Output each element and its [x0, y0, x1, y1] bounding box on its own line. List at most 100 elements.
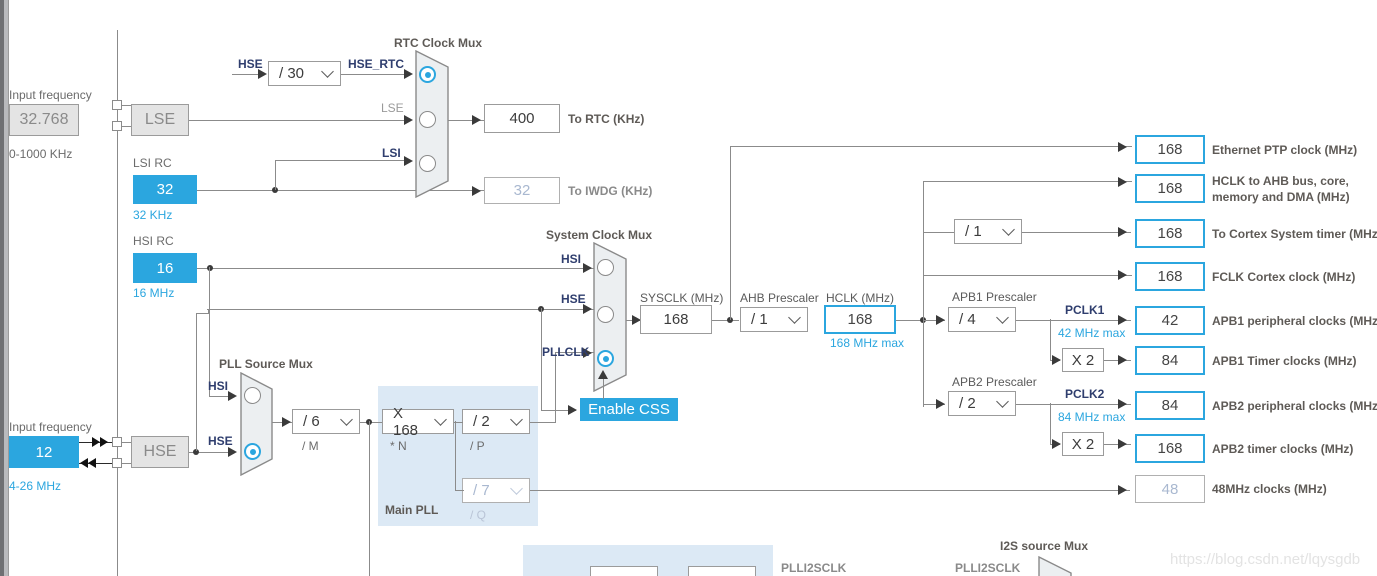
- arrow-hse-pllmux: [228, 447, 237, 457]
- hse-oscillator-box[interactable]: HSE: [131, 436, 189, 468]
- pll-q-value: / 7: [473, 482, 507, 499]
- apb1-prescaler-label: APB1 Prescaler: [952, 290, 1037, 304]
- pll-p-select[interactable]: / 2: [462, 409, 530, 434]
- to-iwdg-value: 32: [484, 177, 560, 204]
- sysclk-value[interactable]: 168: [640, 305, 712, 334]
- arrow-div30-in: [258, 69, 267, 79]
- output-label-48mhz: 48MHz clocks (MHz): [1212, 482, 1327, 496]
- arrow-pclk1: [1118, 315, 1127, 325]
- hse-input-frequency-field[interactable]: 12: [9, 436, 79, 468]
- hclk-value[interactable]: 168: [824, 305, 896, 334]
- arrow-pclk2: [1118, 399, 1127, 409]
- wire-to-q: [455, 490, 464, 491]
- lse-input-frequency-label: Input frequency: [9, 88, 92, 102]
- rtc-mux-radio-lsi[interactable]: [419, 155, 436, 172]
- output-label-fclk: FCLK Cortex clock (MHz): [1212, 270, 1355, 284]
- system-clock-mux-title: System Clock Mux: [546, 228, 652, 242]
- wire-sysclk-out: [712, 320, 739, 321]
- enable-css-button[interactable]: Enable CSS: [580, 398, 678, 421]
- output-value-48mhz: 48: [1135, 475, 1205, 503]
- hse-pin-in: [112, 437, 122, 447]
- arrow-ptp: [1118, 142, 1127, 152]
- output-value-apb1-timer[interactable]: 84: [1135, 346, 1205, 375]
- apb2-prescaler-select[interactable]: / 2: [948, 391, 1016, 416]
- apb2-prescaler-value: / 2: [959, 395, 993, 412]
- pll-source-mux-title: PLL Source Mux: [219, 357, 313, 371]
- apb1-prescaler-select[interactable]: / 4: [948, 307, 1016, 332]
- lse-oscillator-box[interactable]: LSE: [131, 104, 189, 136]
- pll-mux-radio-hsi[interactable]: [244, 387, 261, 404]
- pll-p-label: / P: [470, 439, 485, 453]
- wire-hse-to-css: [541, 308, 542, 410]
- output-value-hclk-ahb[interactable]: 168: [1135, 174, 1205, 203]
- to-iwdg-label: To IWDG (KHz): [568, 184, 652, 198]
- wire-pclk1: [1016, 320, 1131, 321]
- output-value-apb2-timer[interactable]: 168: [1135, 434, 1205, 463]
- wire-hsi-to-sysmux: [197, 268, 595, 269]
- pll-n-select[interactable]: X 168: [382, 409, 454, 434]
- hse-out-arrow-2: [88, 458, 96, 468]
- arrow-css-up: [598, 370, 608, 379]
- plli2s-n-select[interactable]: [590, 566, 658, 576]
- rtc-mux-radio-hse-rtc[interactable]: [419, 66, 436, 83]
- lse-input-frequency-field[interactable]: 32.768: [9, 104, 79, 136]
- hse-input-frequency-label: Input frequency: [9, 420, 92, 434]
- plli2s-r-select[interactable]: [688, 566, 756, 576]
- chevron-down-icon: [993, 308, 1011, 331]
- pll-m-select[interactable]: / 6: [292, 409, 360, 434]
- hsi-value-box[interactable]: 16: [133, 253, 197, 283]
- rtc-mux-radio-lse[interactable]: [419, 111, 436, 128]
- signal-label-hsi-pllmux: HSI: [208, 379, 228, 393]
- arrow-css-in: [568, 405, 577, 415]
- cortex-systimer-prescaler-select[interactable]: / 1: [954, 219, 1022, 244]
- chevron-down-icon: [318, 62, 336, 85]
- output-label-cortex-systimer: To Cortex System timer (MHz): [1212, 227, 1377, 241]
- sys-mux-radio-hsi[interactable]: [597, 259, 614, 276]
- wire-p-out: [530, 422, 556, 423]
- ahb-prescaler-select[interactable]: / 1: [740, 307, 808, 332]
- hse-pin-out: [112, 458, 122, 468]
- output-label-hclk-ahb-line2: memory and DMA (MHz): [1212, 190, 1350, 204]
- output-label-apb1-peripheral: APB1 peripheral clocks (MHz): [1212, 314, 1377, 328]
- chevron-down-icon: [507, 410, 525, 433]
- wire-hse-up: [196, 313, 197, 451]
- output-value-apb1-peripheral[interactable]: 42: [1135, 306, 1205, 335]
- pll-mux-radio-hse[interactable]: [244, 443, 261, 460]
- sys-mux-radio-pllclk[interactable]: [597, 350, 614, 367]
- hse-in-arrow-2: [100, 437, 108, 447]
- i2s-source-mux[interactable]: [1038, 556, 1072, 576]
- cortex-systimer-prescaler-value: / 1: [965, 223, 999, 240]
- wire-pclk2: [1016, 404, 1131, 405]
- output-label-hclk-ahb-line1: HCLK to AHB bus, core,: [1212, 174, 1349, 188]
- output-value-apb2-peripheral[interactable]: 84: [1135, 391, 1205, 420]
- wire-cortex-out: [1022, 232, 1131, 233]
- arrow-apb1-presc: [936, 315, 945, 325]
- lsi-value-box[interactable]: 32: [133, 175, 197, 204]
- i2s-mux-plli2sclk-label: PLLI2SCLK: [955, 561, 1020, 575]
- rtc-hse-prescaler-select[interactable]: / 30: [268, 61, 341, 86]
- arrow-lse-rtcmux: [404, 115, 413, 125]
- wire-apb2-timer-branch: [1050, 403, 1051, 444]
- wire-lsi-up: [275, 161, 276, 190]
- rtc-hse-prescaler-value: / 30: [279, 65, 318, 82]
- output-value-fclk[interactable]: 168: [1135, 262, 1205, 291]
- pclk1-max-label: 42 MHz max: [1058, 326, 1125, 340]
- output-label-apb2-peripheral: APB2 peripheral clocks (MHz): [1212, 399, 1377, 413]
- arrow-hsi-sysmux: [583, 263, 592, 273]
- arrow-cortex: [1118, 227, 1127, 237]
- lsi-sub-label: 32 KHz: [133, 208, 172, 222]
- lse-pin-out: [112, 121, 122, 131]
- chevron-down-icon: [785, 308, 803, 331]
- signal-label-lsi: LSI: [382, 146, 401, 160]
- pll-q-select[interactable]: / 7: [462, 478, 530, 503]
- to-rtc-value[interactable]: 400: [484, 104, 560, 133]
- wire-apb1-timer-branch: [1050, 319, 1051, 360]
- wire-hse-to-sysmux: [207, 309, 595, 310]
- window-left-scrollbar[interactable]: [0, 0, 9, 576]
- signal-label-hse-pllmux: HSE: [208, 434, 233, 448]
- pclk1-label: PCLK1: [1065, 303, 1104, 317]
- sys-mux-radio-hse[interactable]: [597, 306, 614, 323]
- output-value-ethernet-ptp[interactable]: 168: [1135, 135, 1205, 164]
- output-value-cortex-systimer[interactable]: 168: [1135, 219, 1205, 248]
- arrow-48mhz: [1118, 485, 1127, 495]
